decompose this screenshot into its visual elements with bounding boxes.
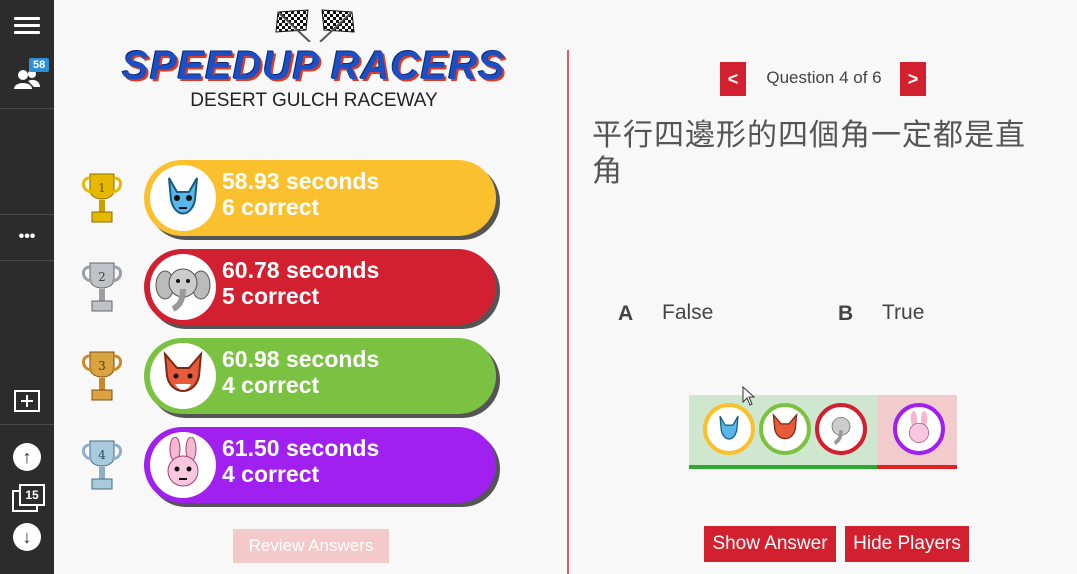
gold-trophy-icon: 1 — [82, 173, 122, 223]
leaderboard-row-2: 2 60.78 seconds 5 correct — [80, 249, 510, 329]
svg-text:2: 2 — [98, 270, 106, 284]
rabbit-icon — [150, 432, 216, 498]
slides-icon: 15 — [12, 484, 45, 512]
svg-text:3: 3 — [98, 359, 106, 373]
hide-players-button[interactable]: Hide Players — [845, 526, 969, 562]
next-question-button[interactable]: > — [900, 62, 926, 96]
arrow-down-icon: ↓ — [13, 523, 41, 551]
score-pill: 61.50 seconds 4 correct — [144, 427, 496, 503]
previous-question-button[interactable]: < — [720, 62, 746, 96]
add-slide-icon — [14, 390, 40, 412]
slides-button[interactable]: 15 — [0, 480, 54, 514]
sidebar-divider — [0, 424, 54, 425]
people-icon — [14, 70, 40, 89]
sidebar-divider — [0, 214, 54, 215]
svg-text:1: 1 — [98, 181, 106, 195]
sidebar-divider — [0, 108, 54, 109]
question-text: 平行四邊形的四個角一定都是直角 — [592, 119, 1026, 188]
question-counter: Question 4 of 6 — [766, 68, 882, 87]
sidebar: 58 ••• ↑ 15 ↓ — [0, 0, 54, 574]
arrow-up-icon: ↑ — [13, 443, 41, 471]
menu-icon[interactable] — [0, 8, 54, 42]
option-a-letter: A — [618, 302, 634, 325]
score-pill: 60.78 seconds 5 correct — [144, 249, 496, 325]
silver-trophy-icon: 2 — [82, 262, 122, 312]
wolf-icon — [703, 403, 755, 455]
svg-text:4: 4 — [98, 448, 106, 462]
game-logo: SPEEDUP RACERS DESERT GULCH RACEWAY — [104, 8, 524, 111]
rabbit-icon — [893, 403, 945, 455]
elephant-icon — [150, 254, 216, 320]
next-slide-button[interactable]: ↓ — [0, 522, 54, 552]
review-answers-button[interactable]: Review Answers — [233, 529, 389, 563]
previous-slide-button[interactable]: ↑ — [0, 442, 54, 472]
fox-icon — [150, 343, 216, 409]
bronze-trophy-icon: 3 — [82, 351, 122, 401]
mouse-cursor-icon — [742, 386, 756, 406]
elephant-icon — [815, 403, 867, 455]
sidebar-divider — [0, 260, 54, 261]
fourth-place-trophy-icon: 4 — [82, 440, 122, 490]
participants-count-badge: 58 — [29, 58, 50, 72]
race-time: 60.78 seconds — [222, 257, 380, 283]
checkered-flags-icon — [275, 9, 355, 42]
correct-count: 5 correct — [222, 283, 320, 309]
leaderboard-row-3: 3 60.98 seconds 4 correct — [80, 338, 510, 418]
race-time: 58.93 seconds — [222, 168, 380, 194]
leaderboard-row-1: 1 58.93 seconds 6 correct — [80, 160, 510, 240]
option-a-text: False — [662, 301, 714, 324]
score-pill: 60.98 seconds 4 correct — [144, 338, 496, 414]
option-a-responses — [689, 395, 877, 469]
more-options-button[interactable]: ••• — [0, 222, 54, 252]
wolf-icon — [150, 165, 216, 231]
option-b-text: True — [882, 301, 925, 324]
race-time: 61.50 seconds — [222, 435, 380, 461]
show-answer-button[interactable]: Show Answer — [704, 526, 836, 562]
panel-divider — [567, 50, 569, 574]
race-time: 60.98 seconds — [222, 346, 380, 372]
logo-subtitle: DESERT GULCH RACEWAY — [190, 90, 438, 111]
add-slide-button[interactable] — [0, 386, 54, 416]
correct-count: 4 correct — [222, 372, 320, 398]
correct-count: 6 correct — [222, 194, 320, 220]
option-b-letter: B — [838, 302, 854, 325]
option-b-responses — [877, 395, 957, 469]
logo-title: SPEEDUP RACERS — [122, 44, 506, 88]
slides-count: 15 — [19, 484, 45, 506]
correct-count: 4 correct — [222, 461, 320, 487]
fox-icon — [759, 403, 811, 455]
score-pill: 58.93 seconds 6 correct — [144, 160, 496, 236]
leaderboard-row-4: 4 61.50 seconds 4 correct — [80, 427, 510, 507]
